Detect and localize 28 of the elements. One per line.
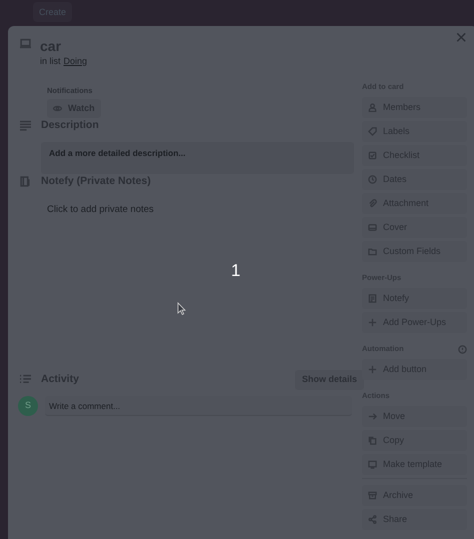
plus-icon	[368, 365, 377, 374]
mouse-cursor-icon	[177, 302, 186, 315]
arrow-right-icon	[368, 412, 377, 421]
checklist-icon	[368, 151, 377, 160]
info-icon[interactable]	[458, 344, 467, 354]
list-label: in list	[40, 55, 61, 68]
step-number: 1	[231, 260, 240, 282]
share-icon	[368, 515, 377, 524]
archive-icon	[368, 491, 377, 500]
private-notes-field[interactable]: Click to add private notes	[47, 203, 177, 218]
paperclip-icon	[368, 199, 377, 208]
folder-icon	[368, 247, 377, 256]
person-icon	[368, 103, 377, 112]
description-icon	[20, 120, 31, 132]
clock-icon	[368, 175, 377, 184]
cover-icon	[368, 223, 377, 232]
tag-icon	[368, 127, 377, 136]
activity-icon	[20, 374, 31, 385]
copy-icon	[368, 436, 377, 445]
close-button[interactable]: ×	[455, 28, 467, 48]
user-avatar: S	[18, 396, 38, 416]
eye-icon	[53, 104, 62, 113]
notes-icon	[20, 176, 31, 187]
list-link[interactable]: Doing	[64, 55, 88, 68]
laptop-icon	[20, 38, 31, 49]
plus-icon	[368, 318, 377, 327]
template-icon	[368, 460, 377, 469]
notes-icon	[368, 294, 377, 303]
